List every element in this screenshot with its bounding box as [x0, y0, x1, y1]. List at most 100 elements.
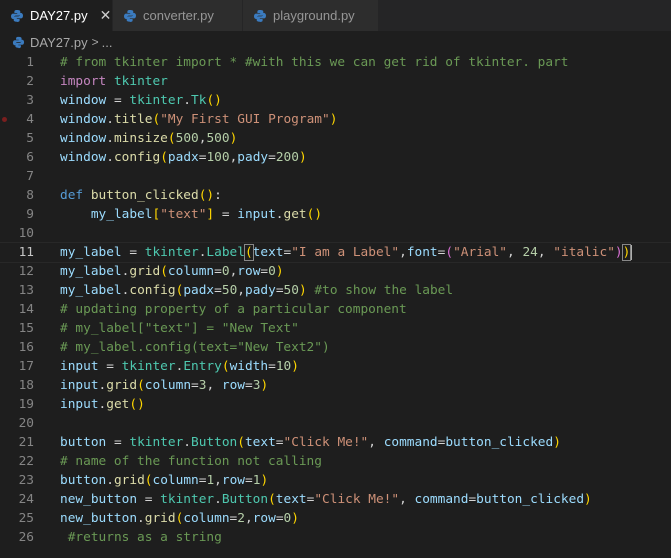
- code-token: =: [245, 378, 253, 393]
- code-token: grid: [113, 473, 145, 488]
- code-line[interactable]: 14 # updating property of a particular co…: [0, 300, 671, 319]
- code-token: 100: [206, 150, 230, 165]
- tab-day27[interactable]: DAY27.py ✕: [0, 0, 113, 31]
- close-icon[interactable]: ✕: [100, 7, 112, 24]
- code-text: # from tkinter import * #with this we ca…: [60, 53, 569, 72]
- code-token: column: [167, 264, 215, 279]
- code-text: import tkinter: [60, 72, 168, 91]
- code-token: (): [306, 207, 323, 222]
- code-token: row: [237, 264, 261, 279]
- code-line[interactable]: 11 my_label = tkinter.Label(text="I am a …: [0, 242, 671, 263]
- code-token: =: [275, 283, 284, 298]
- code-line[interactable]: 19 input.get(): [0, 395, 671, 414]
- code-token: (: [445, 245, 454, 260]
- line-number: 10: [18, 226, 34, 241]
- code-token: (: [243, 244, 254, 261]
- code-token: 0: [221, 264, 230, 279]
- code-token: 0: [268, 264, 276, 279]
- code-token: my_label: [60, 264, 122, 279]
- code-token: .: [183, 93, 192, 108]
- code-token: (: [237, 435, 245, 450]
- code-token: window: [60, 150, 107, 165]
- breadcrumb-file[interactable]: DAY27.py: [30, 35, 88, 50]
- code-token: =: [468, 492, 477, 507]
- code-token: tkinter: [121, 359, 176, 374]
- code-token: row: [252, 511, 276, 526]
- code-token: padx: [167, 150, 199, 165]
- line-number: 1: [26, 55, 34, 70]
- code-line[interactable]: 8 def button_clicked():: [0, 186, 671, 205]
- tab-playground[interactable]: playground.py ✕: [243, 0, 379, 31]
- code-line[interactable]: 5 window.minsize(500,500): [0, 129, 671, 148]
- line-number: 3: [26, 93, 34, 108]
- code-line[interactable]: 24 new_button = tkinter.Button(text = "Clic…: [0, 490, 671, 509]
- code-line[interactable]: 1 # from tkinter import * #with this we c…: [0, 53, 671, 72]
- code-line[interactable]: 12 my_label.grid(column=0,row=0): [0, 262, 671, 281]
- code-token: ): [260, 473, 269, 488]
- code-line[interactable]: 16 # my_label.config(text="New Text2"): [0, 338, 671, 357]
- code-text: button = tkinter.Button(text="Click Me!"…: [60, 433, 561, 452]
- code-token: ): [291, 511, 299, 526]
- code-token: =: [191, 378, 199, 393]
- code-line[interactable]: 7: [0, 167, 671, 186]
- code-line[interactable]: 15 # my_label["text"] = "New Text": [0, 319, 671, 338]
- code-token: (: [160, 150, 168, 165]
- code-token: =: [214, 264, 222, 279]
- editor-tab-bar: DAY27.py ✕ converter.py ✕ playground.py …: [0, 0, 671, 31]
- line-number: 25: [18, 511, 34, 526]
- code-token: ): [329, 112, 338, 127]
- code-line[interactable]: 21 button = tkinter.Button(text="Click Me…: [0, 433, 671, 452]
- line-number: 21: [18, 435, 34, 450]
- code-token: window: [60, 93, 107, 108]
- code-token: tkinter: [129, 435, 184, 450]
- code-token: Entry: [183, 359, 222, 374]
- code-line[interactable]: 17 input = tkinter.Entry(width=10): [0, 357, 671, 376]
- code-editor[interactable]: 1 # from tkinter import * #with this we c…: [0, 53, 671, 547]
- code-line[interactable]: 22 # name of the function not calling: [0, 452, 671, 471]
- python-file-icon: [12, 36, 25, 49]
- code-line[interactable]: 23 button.grid(column=1,row=1): [0, 471, 671, 490]
- code-line[interactable]: 20: [0, 414, 671, 433]
- code-line[interactable]: 9 my_label["text"] = input.get(): [0, 205, 671, 224]
- breadcrumb-more[interactable]: ...: [102, 35, 113, 50]
- code-text: new_button.grid(column=2,row=0): [60, 509, 299, 528]
- code-token: ,: [237, 283, 245, 298]
- line-number: 15: [18, 321, 34, 336]
- code-token: width: [229, 359, 269, 374]
- code-token: button: [60, 435, 107, 450]
- code-token: "text": [160, 207, 207, 222]
- code-text: # updating property of a particular comp…: [60, 300, 407, 319]
- tab-label: DAY27.py: [30, 8, 88, 23]
- tab-label: converter.py: [143, 8, 214, 23]
- code-text: my_label.config(padx=50,pady=50) #to sho…: [60, 281, 453, 300]
- code-token: .: [106, 150, 114, 165]
- code-line[interactable]: 25 new_button.grid(column=2,row=0): [0, 509, 671, 528]
- line-number: 24: [18, 492, 34, 507]
- code-line[interactable]: 18 input.grid(column=3, row=3): [0, 376, 671, 395]
- code-line[interactable]: 4 window.title("My First GUI Program"): [0, 110, 671, 129]
- breakpoint-hint-icon[interactable]: [2, 117, 7, 122]
- code-token: ,: [214, 473, 222, 488]
- code-line[interactable]: 26 #returns as a string: [0, 528, 671, 547]
- code-token: 500: [175, 131, 199, 146]
- code-text: input = tkinter.Entry(width=10): [60, 357, 299, 376]
- code-token: =: [106, 435, 130, 450]
- line-number: 11: [18, 245, 34, 260]
- code-line[interactable]: 3 window = tkinter.Tk(): [0, 91, 671, 110]
- code-line[interactable]: 6 window.config(padx=100,pady=200): [0, 148, 671, 167]
- code-line[interactable]: 10: [0, 224, 671, 243]
- code-token: "italic": [553, 245, 615, 260]
- code-line[interactable]: 2 import tkinter: [0, 72, 671, 91]
- line-number: 19: [18, 397, 34, 412]
- line-number: 6: [26, 150, 34, 165]
- code-line[interactable]: 13 my_label.config(padx=50,pady=50) #to s…: [0, 281, 671, 300]
- tab-converter[interactable]: converter.py ✕: [113, 0, 243, 31]
- line-number: 13: [18, 283, 34, 298]
- code-text: input.get(): [60, 395, 145, 414]
- code-token: ,: [399, 245, 407, 260]
- code-token: tkinter: [160, 492, 215, 507]
- code-token: title: [113, 112, 153, 127]
- code-token: =: [137, 492, 161, 507]
